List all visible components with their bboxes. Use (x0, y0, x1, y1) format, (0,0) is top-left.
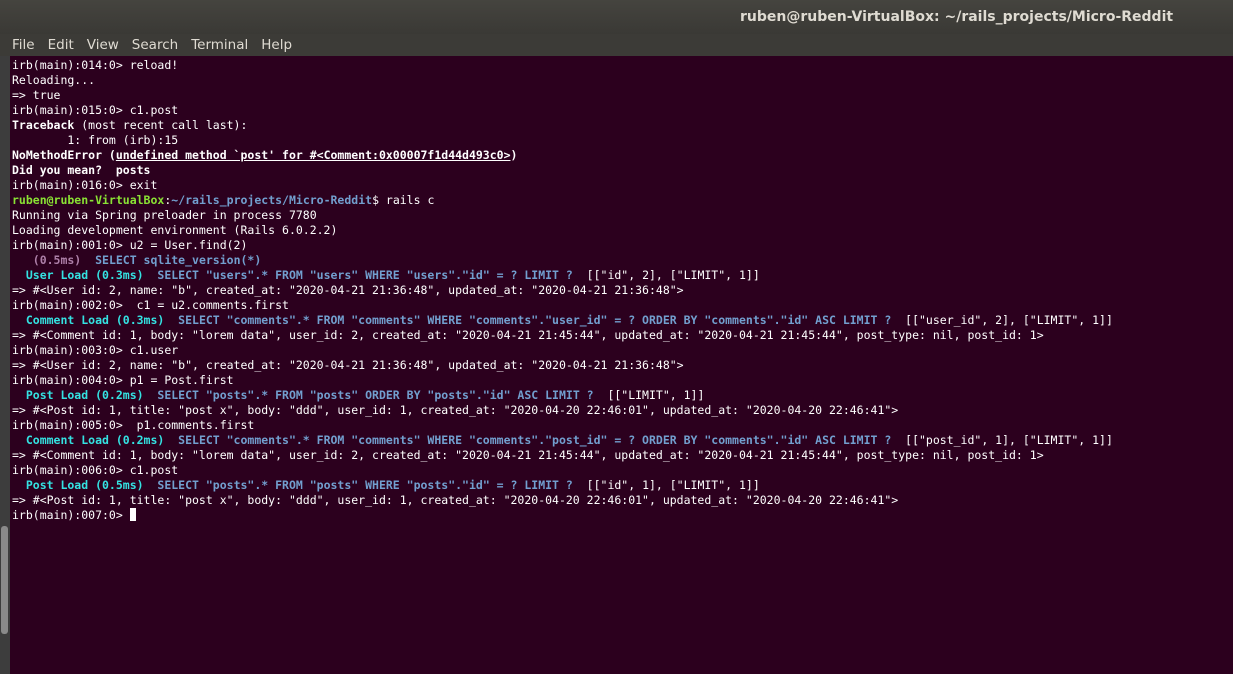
terminal-text: irb(main):003:0> c1.user (12, 343, 179, 357)
terminal-text: Loading development environment (Rails 6… (12, 223, 338, 237)
terminal-text: $ rails c (372, 193, 435, 207)
terminal-line: Post Load (0.2ms) SELECT "posts".* FROM … (12, 388, 1229, 403)
terminal-text: NoMethodError ( (12, 148, 116, 162)
terminal-line: NoMethodError (undefined method `post' f… (12, 148, 1229, 163)
scrollbar-track[interactable] (0, 56, 10, 674)
terminal-line: => #<User id: 2, name: "b", created_at: … (12, 358, 1229, 373)
terminal-text: [["LIMIT", 1]] (593, 388, 705, 402)
terminal-text: User Load (0.3ms) (12, 268, 158, 282)
window-titlebar[interactable]: ruben@ruben-VirtualBox: ~/rails_projects… (0, 0, 1233, 34)
terminal-text: irb(main):002:0> c1 = u2.comments.first (12, 298, 289, 312)
terminal-text: SELECT "posts".* FROM "posts" ORDER BY "… (157, 388, 594, 402)
terminal-line: Post Load (0.5ms) SELECT "posts".* FROM … (12, 478, 1229, 493)
terminal-text: SELECT "comments".* FROM "comments" WHER… (178, 433, 892, 447)
terminal-text: Comment Load (0.3ms) (12, 313, 179, 327)
terminal-text: irb(main):006:0> c1.post (12, 463, 179, 477)
terminal-text: ) (510, 148, 518, 162)
terminal-line: irb(main):015:0> c1.post (12, 103, 1229, 118)
terminal-line: irb(main):016:0> exit (12, 178, 1229, 193)
terminal-line: => #<Post id: 1, title: "post x", body: … (12, 493, 1229, 508)
terminal-text: => #<Comment id: 1, body: "lorem data", … (12, 328, 1044, 342)
terminal-text: Post Load (0.5ms) (12, 478, 158, 492)
terminal-line: irb(main):006:0> c1.post (12, 463, 1229, 478)
terminal-text: => #<Post id: 1, title: "post x", body: … (12, 493, 899, 507)
terminal-line: irb(main):014:0> reload! (12, 58, 1229, 73)
terminal-line: irb(main):005:0> p1.comments.first (12, 418, 1229, 433)
terminal-text: Post Load (0.2ms) (12, 388, 158, 402)
terminal-line: (0.5ms) SELECT sqlite_version(*) (12, 253, 1229, 268)
menu-search[interactable]: Search (130, 37, 180, 53)
terminal-line: Did you mean? posts (12, 163, 1229, 178)
terminal-text: [["id", 1], ["LIMIT", 1]] (572, 478, 760, 492)
terminal-text: Traceback (12, 118, 75, 132)
terminal-text: irb(main):005:0> p1.comments.first (12, 418, 255, 432)
menu-help[interactable]: Help (259, 37, 294, 53)
terminal-text: irb(main):016:0> exit (12, 178, 158, 192)
terminal-line: Comment Load (0.3ms) SELECT "comments".*… (12, 313, 1229, 328)
terminal-line: Reloading... (12, 73, 1229, 88)
terminal-line: irb(main):004:0> p1 = Post.first (12, 373, 1229, 388)
menu-bar: File Edit View Search Terminal Help (0, 34, 1233, 56)
terminal-text: Did you mean? posts (12, 163, 151, 177)
terminal-line: => #<Comment id: 1, body: "lorem data", … (12, 328, 1229, 343)
terminal-line: => true (12, 88, 1229, 103)
menu-view[interactable]: View (85, 37, 121, 53)
terminal-text: 1: from (irb):15 (12, 133, 179, 147)
terminal-line: irb(main):003:0> c1.user (12, 343, 1229, 358)
terminal-line: irb(main):001:0> u2 = User.find(2) (12, 238, 1229, 253)
menu-edit[interactable]: Edit (46, 37, 76, 53)
terminal-line: User Load (0.3ms) SELECT "users".* FROM … (12, 268, 1229, 283)
terminal-cursor (129, 508, 136, 521)
terminal-text: irb(main):014:0> reload! (12, 58, 179, 72)
terminal-text: irb(main):015:0> c1.post (12, 103, 179, 117)
terminal-line: irb(main):002:0> c1 = u2.comments.first (12, 298, 1229, 313)
terminal-text: Running via Spring preloader in process … (12, 208, 317, 222)
scrollbar-thumb[interactable] (1, 526, 8, 634)
terminal-line: Comment Load (0.2ms) SELECT "comments".*… (12, 433, 1229, 448)
terminal-text: SELECT "posts".* FROM "posts" WHERE "pos… (157, 478, 573, 492)
terminal-text: Reloading... (12, 73, 96, 87)
terminal-text: SELECT "comments".* FROM "comments" WHER… (178, 313, 892, 327)
terminal-text: (0.5ms) (12, 253, 96, 267)
terminal-line: 1: from (irb):15 (12, 133, 1229, 148)
terminal-text: => #<User id: 2, name: "b", created_at: … (12, 358, 684, 372)
terminal-line: Running via Spring preloader in process … (12, 208, 1229, 223)
terminal-text: irb(main):001:0> u2 = User.find(2) (12, 238, 248, 252)
terminal-text: ruben@ruben-VirtualBox (12, 193, 165, 207)
terminal-text: irb(main):004:0> p1 = Post.first (12, 373, 234, 387)
menu-file[interactable]: File (10, 37, 37, 53)
terminal-text: => #<User id: 2, name: "b", created_at: … (12, 283, 684, 297)
terminal-text: => #<Post id: 1, title: "post x", body: … (12, 403, 899, 417)
terminal-text: undefined method `post' for #<Comment:0x… (115, 148, 511, 162)
terminal-text: [["id", 2], ["LIMIT", 1]] (572, 268, 760, 282)
terminal-line: Loading development environment (Rails 6… (12, 223, 1229, 238)
menu-terminal[interactable]: Terminal (189, 37, 250, 53)
terminal-line: Traceback (most recent call last): (12, 118, 1229, 133)
terminal-text: [["user_id", 2], ["LIMIT", 1]] (891, 313, 1113, 327)
terminal-text: irb(main):007:0> (12, 508, 130, 522)
terminal-output[interactable]: irb(main):014:0> reload! Reloading... => t… (12, 58, 1229, 674)
terminal-line: => #<Comment id: 1, body: "lorem data", … (12, 448, 1229, 463)
terminal-text: SELECT "users".* FROM "users" WHERE "use… (157, 268, 573, 282)
terminal-text: Comment Load (0.2ms) (12, 433, 179, 447)
window-title: ruben@ruben-VirtualBox: ~/rails_projects… (740, 9, 1174, 25)
terminal-line: ruben@ruben-VirtualBox:~/rails_projects/… (12, 193, 1229, 208)
terminal-text: SELECT sqlite_version(*) (95, 253, 262, 267)
terminal-line: irb(main):007:0> (12, 508, 1229, 523)
terminal-text: => true (12, 88, 61, 102)
terminal-line: => #<Post id: 1, title: "post x", body: … (12, 403, 1229, 418)
terminal-text: (most recent call last): (74, 118, 248, 132)
terminal-text: => #<Comment id: 1, body: "lorem data", … (12, 448, 1044, 462)
terminal-text: [["post_id", 1], ["LIMIT", 1]] (891, 433, 1113, 447)
terminal-text: ~/rails_projects/Micro-Reddit (171, 193, 373, 207)
terminal-line: => #<User id: 2, name: "b", created_at: … (12, 283, 1229, 298)
